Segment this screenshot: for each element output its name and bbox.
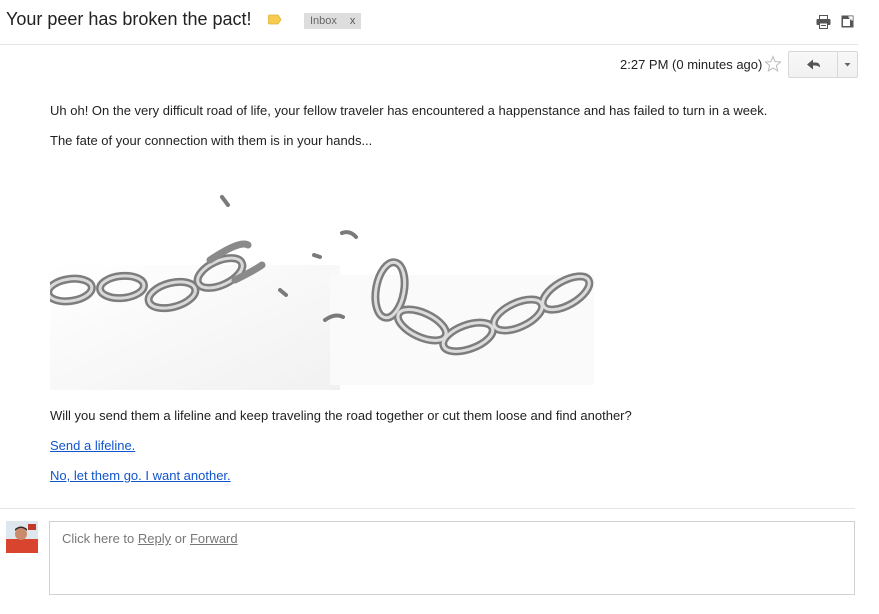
reply-button[interactable] (789, 52, 838, 77)
dropdown-arrow-icon (844, 63, 851, 67)
reply-or-text: or (174, 531, 187, 546)
reply-arrow-icon (807, 59, 820, 70)
reply-link[interactable]: Reply (138, 531, 171, 546)
send-lifeline-link[interactable]: Send a lifeline. (50, 438, 135, 453)
reply-box[interactable]: Click here to Reply or Forward (49, 521, 855, 595)
message-timestamp: 2:27 PM (0 minutes ago) (620, 57, 763, 72)
inbox-label-chip[interactable]: Inbox x (304, 13, 362, 29)
message-header: Your peer has broken the pact! Inbox x (0, 0, 879, 44)
body-paragraph-2: The fate of your connection with them is… (50, 133, 373, 148)
remove-label-button[interactable]: x (350, 15, 356, 27)
body-paragraph-3: Will you send them a lifeline and keep t… (50, 408, 632, 423)
reply-prompt-text: Click here to (62, 531, 135, 546)
new-window-icon[interactable] (841, 15, 854, 28)
forward-link[interactable]: Forward (190, 531, 238, 546)
avatar (6, 521, 38, 553)
header-divider (0, 44, 858, 45)
reply-button-group (788, 51, 858, 78)
message-divider (0, 508, 855, 509)
print-icon[interactable] (816, 15, 831, 29)
reply-prompt: Click here to Reply or Forward (62, 531, 238, 546)
email-subject: Your peer has broken the pact! (6, 9, 252, 29)
star-icon[interactable] (764, 55, 782, 73)
label-tag-icon[interactable] (268, 14, 282, 25)
more-actions-button[interactable] (838, 52, 857, 77)
inbox-label-text: Inbox (310, 15, 337, 27)
broken-chain-image (50, 195, 594, 390)
body-paragraph-1: Uh oh! On the very difficult road of lif… (50, 103, 768, 118)
let-them-go-link[interactable]: No, let them go. I want another. (50, 468, 231, 483)
